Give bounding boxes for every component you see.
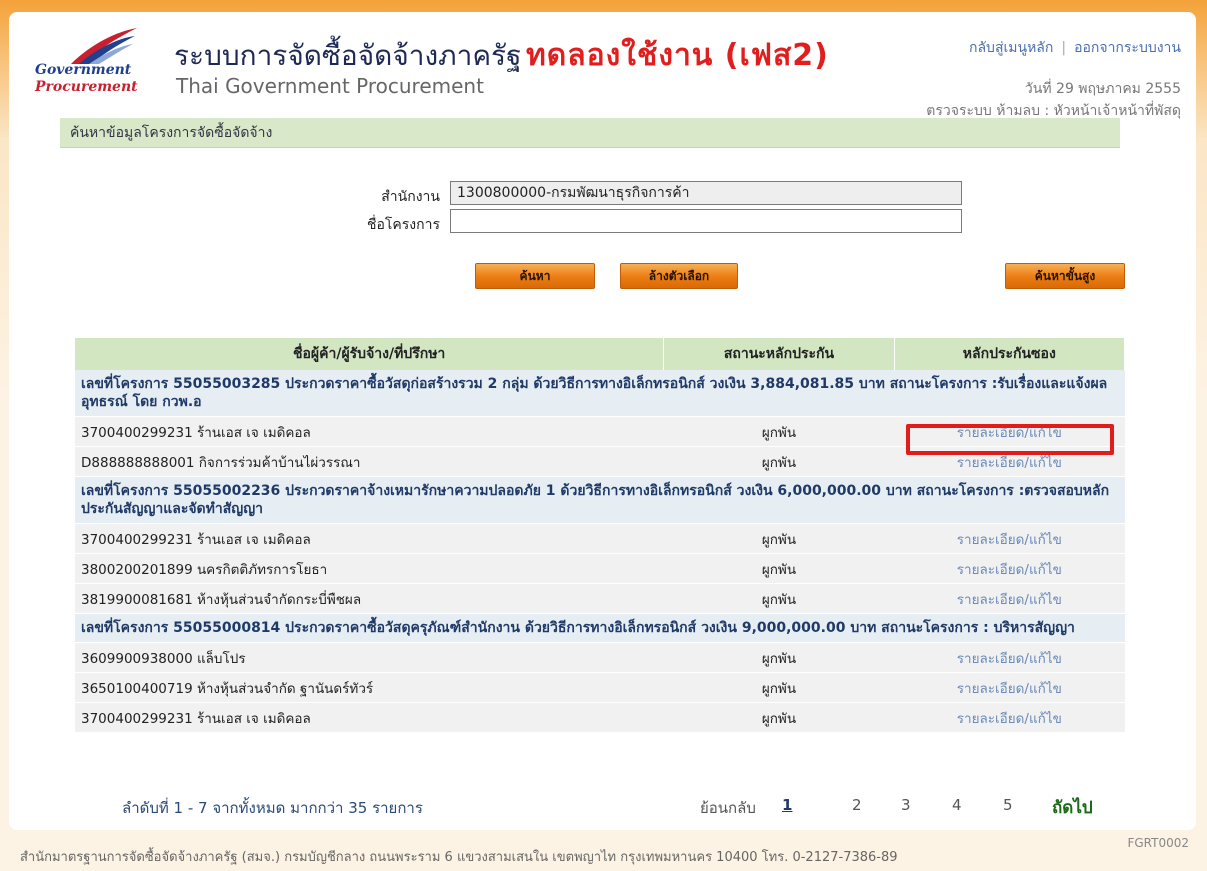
- status-cell: ผูกพัน: [663, 672, 895, 703]
- status-cell: ผูกพัน: [663, 702, 895, 733]
- highlight-box: [906, 424, 1114, 455]
- table-row: 3650100400719 ห้างหุ้นส่วนจำกัด ฐานันดร์…: [75, 672, 1125, 703]
- clear-button[interactable]: ล้างตัวเลือก: [620, 263, 738, 289]
- system-title-en: Thai Government Procurement: [176, 74, 484, 98]
- pager-prev[interactable]: ย้อนกลับ: [700, 796, 756, 820]
- col-vendor: ชื่อผู้ค้า/ผู้รับจ้าง/ที่ปรึกษา: [75, 338, 665, 370]
- col-guarantee-status: สถานะหลักประกัน: [663, 338, 895, 370]
- detail-edit-link[interactable]: รายละเอียด/แก้ไข: [894, 642, 1125, 673]
- section-title: ค้นหาข้อมูลโครงการจัดซื้อจัดจ้าง: [60, 118, 1120, 148]
- project-row: เลขที่โครงการ 55055002236 ประกวดราคาจ้าง…: [75, 476, 1125, 524]
- footer-address: สำนักมาตรฐานการจัดซื้อจัดจ้างภาครัฐ (สมจ…: [20, 850, 898, 865]
- search-button[interactable]: ค้นหา: [475, 263, 595, 289]
- advanced-search-button[interactable]: ค้นหาขั้นสูง: [1005, 263, 1125, 289]
- detail-edit-link[interactable]: รายละเอียด/แก้ไข: [894, 702, 1125, 733]
- test-mode-label: ทดลองใช้งาน (เฟส2): [526, 38, 829, 73]
- detail-edit-link[interactable]: รายละเอียด/แก้ไข: [894, 583, 1125, 614]
- logo-text-government: Government: [35, 62, 132, 78]
- table-row: 3800200201899 นครกิตติภัทรการโยธา ผูกพัน…: [75, 553, 1125, 584]
- status-cell: ผูกพัน: [663, 416, 895, 447]
- current-date: วันที่ 29 พฤษภาคม 2555: [1024, 81, 1181, 97]
- status-cell: ผูกพัน: [663, 523, 895, 554]
- office-label: สำนักงาน: [381, 189, 440, 205]
- status-cell: ผูกพัน: [663, 446, 895, 477]
- vendor-cell: 3819900081681 ห้างหุ้นส่วนจำกัดกระบี่พืช…: [75, 583, 664, 614]
- project-row: เลขที่โครงการ 55055000814 ประกวดราคาซื้อ…: [75, 613, 1125, 643]
- table-row: 3700400299231 ร้านเอส เจ เมดิคอล ผูกพัน …: [75, 523, 1125, 554]
- project-name-label: ชื่อโครงการ: [366, 217, 440, 233]
- logo-text-procurement: Procurement: [35, 79, 138, 95]
- project-row: เลขที่โครงการ 55055003285 ประกวดราคาซื้อ…: [75, 370, 1125, 417]
- logo-swoosh-icon: [71, 28, 137, 64]
- vendor-cell: 3609900938000 แล็บโปร: [75, 642, 664, 673]
- detail-edit-link[interactable]: รายละเอียด/แก้ไข: [894, 523, 1125, 554]
- government-procurement-logo: Government Procurement: [31, 26, 143, 96]
- detail-edit-link[interactable]: รายละเอียด/แก้ไข: [894, 553, 1125, 584]
- project-title: เลขที่โครงการ 55055002236 ประกวดราคาจ้าง…: [75, 476, 1125, 524]
- vendor-cell: D888888888001 กิจการร่วมค้าบ้านไผ่วรรณา: [75, 446, 664, 477]
- pager-page-2[interactable]: 2: [852, 796, 862, 814]
- guarantee-table: ชื่อผู้ค้า/ผู้รับจ้าง/ที่ปรึกษา สถานะหลั…: [75, 338, 1126, 733]
- top-links: กลับสู่เมนูหลัก | ออกจากระบบงาน: [969, 37, 1181, 59]
- vendor-cell: 3700400299231 ร้านเอส เจ เมดิคอล: [75, 416, 664, 447]
- vendor-cell: 3700400299231 ร้านเอส เจ เมดิคอล: [75, 523, 664, 554]
- home-menu-link[interactable]: กลับสู่เมนูหลัก: [969, 40, 1053, 56]
- table-header-row: ชื่อผู้ค้า/ผู้รับจ้าง/ที่ปรึกษา สถานะหลั…: [75, 338, 1126, 370]
- status-cell: ผูกพัน: [663, 642, 895, 673]
- pager-page-4[interactable]: 4: [952, 796, 962, 814]
- pager-next[interactable]: ถัดไป: [1052, 794, 1093, 821]
- logout-link[interactable]: ออกจากระบบงาน: [1074, 40, 1181, 56]
- status-cell: ผูกพัน: [663, 583, 895, 614]
- pager-page-1[interactable]: 1: [782, 796, 792, 814]
- table-row: 3609900938000 แล็บโปร ผูกพัน รายละเอียด/…: [75, 642, 1125, 673]
- col-bid-guarantee: หลักประกันซอง: [894, 338, 1126, 370]
- table-row: 3700400299231 ร้านเอส เจ เมดิคอล ผูกพัน …: [75, 702, 1125, 733]
- pager-page-3[interactable]: 3: [901, 796, 911, 814]
- pager-page-5[interactable]: 5: [1003, 796, 1013, 814]
- system-title: ระบบการจัดซื้อจัดจ้างภาครัฐ: [174, 39, 522, 72]
- table-row: 3819900081681 ห้างหุ้นส่วนจำกัดกระบี่พืช…: [75, 583, 1125, 614]
- detail-edit-link[interactable]: รายละเอียด/แก้ไข: [894, 672, 1125, 703]
- project-title: เลขที่โครงการ 55055003285 ประกวดราคาซื้อ…: [75, 370, 1125, 417]
- project-name-input[interactable]: [450, 209, 962, 233]
- screen-code: FGRT0002: [1127, 836, 1189, 850]
- vendor-cell: 3800200201899 นครกิตติภัทรการโยธา: [75, 553, 664, 584]
- link-separator: |: [1061, 40, 1067, 56]
- vendor-cell: 3650100400719 ห้างหุ้นส่วนจำกัด ฐานันดร์…: [75, 672, 664, 703]
- office-field[interactable]: [450, 181, 962, 205]
- status-cell: ผูกพัน: [663, 553, 895, 584]
- project-title: เลขที่โครงการ 55055000814 ประกวดราคาซื้อ…: [75, 613, 1125, 643]
- pager-summary: ลำดับที่ 1 - 7 จากทั้งหมด มากกว่า 35 ราย…: [122, 799, 423, 817]
- vendor-cell: 3700400299231 ร้านเอส เจ เมดิคอล: [75, 702, 664, 733]
